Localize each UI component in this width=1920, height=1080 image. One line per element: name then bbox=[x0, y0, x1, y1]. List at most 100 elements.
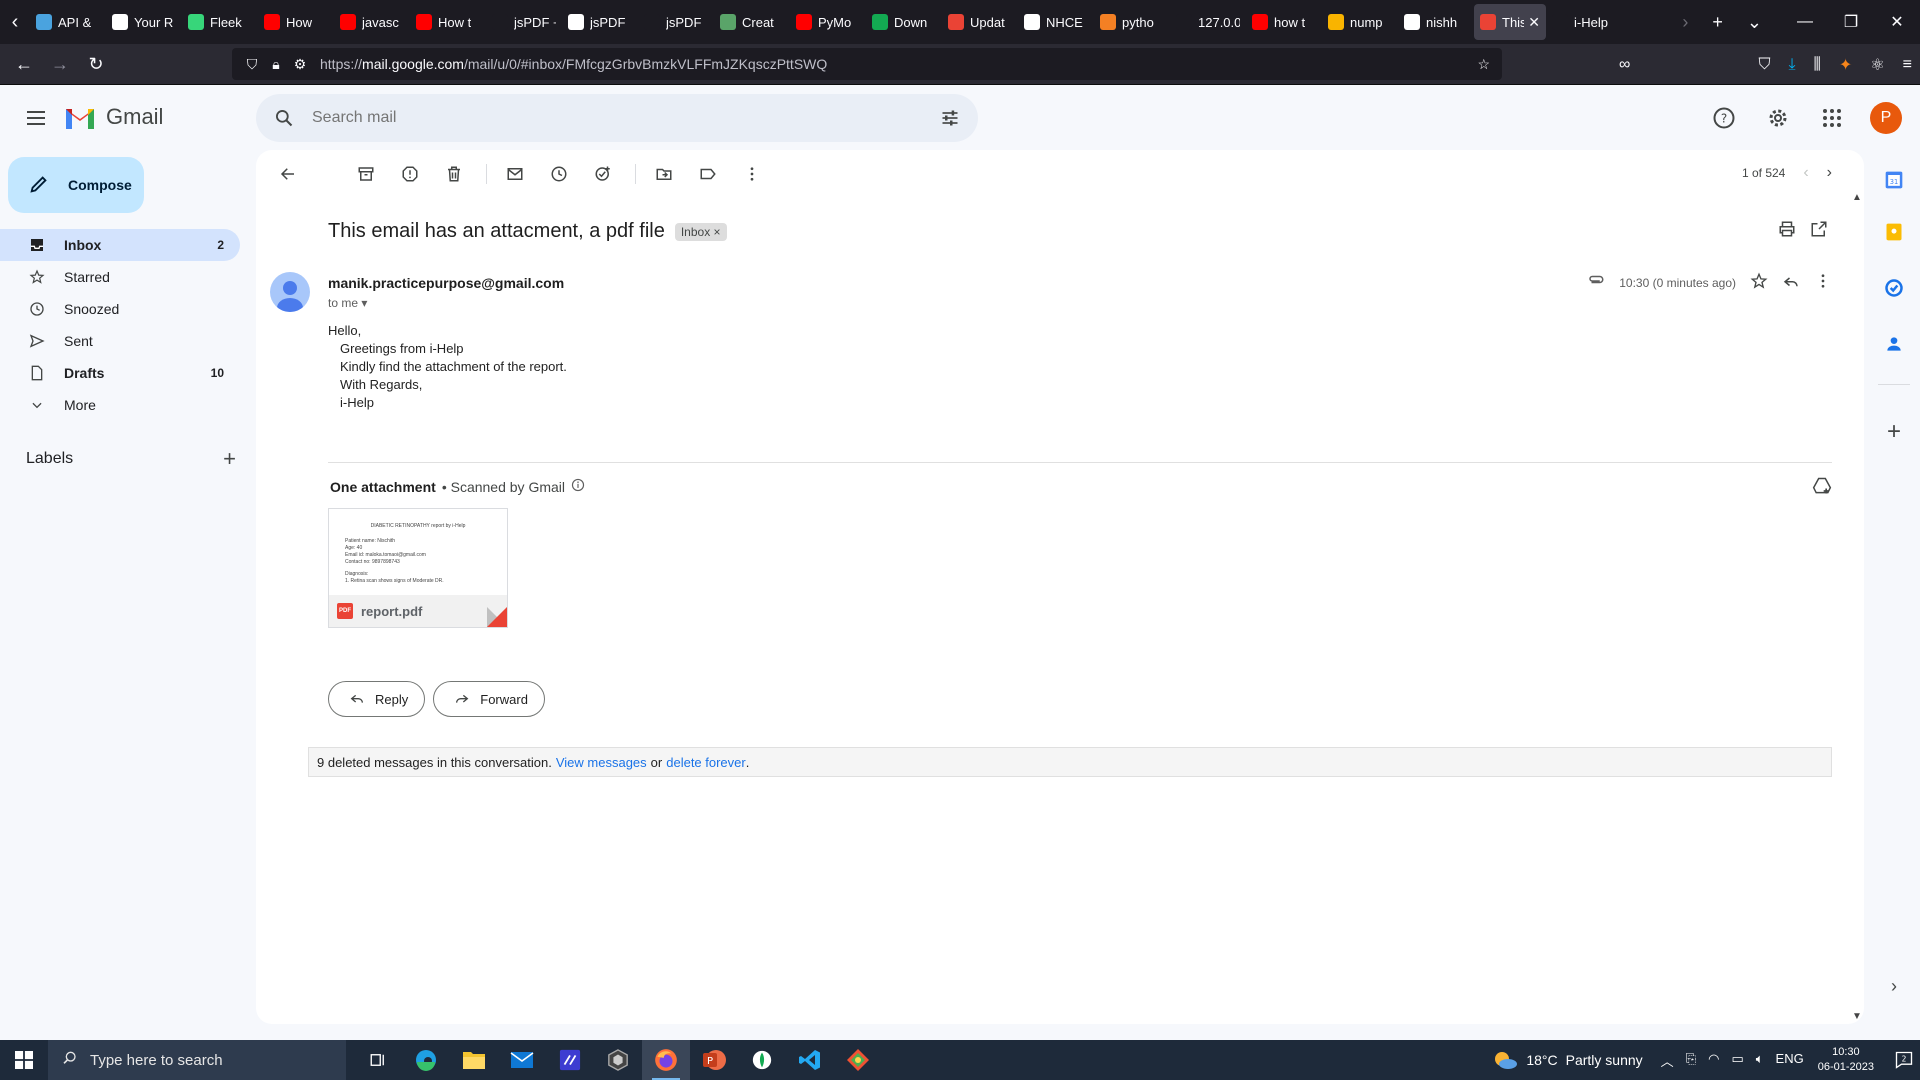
url-text[interactable]: https://mail.google.com/mail/u/0/#inbox/… bbox=[320, 56, 827, 72]
main-menu-icon[interactable] bbox=[20, 102, 52, 134]
print-icon[interactable] bbox=[1778, 220, 1796, 243]
more-options-icon[interactable] bbox=[732, 154, 772, 194]
browser-tab[interactable]: PyMo bbox=[790, 4, 866, 40]
recipient-details[interactable]: to me ▾ bbox=[328, 296, 367, 310]
reload-button[interactable]: ↻ bbox=[78, 46, 114, 82]
scrollbar[interactable]: ▲ ▼ bbox=[1852, 192, 1864, 1022]
lock-icon[interactable]: 🔒︎ bbox=[264, 56, 288, 73]
new-tab-button[interactable]: + bbox=[1712, 12, 1723, 33]
browser-tab[interactable]: nishh bbox=[1398, 4, 1474, 40]
archive-icon[interactable] bbox=[346, 154, 386, 194]
system-clock[interactable]: 10:30 06-01-2023 bbox=[1818, 1045, 1874, 1075]
pocket-icon[interactable]: ⛉ bbox=[1758, 56, 1770, 74]
bookmark-star-icon[interactable]: ☆ bbox=[1477, 56, 1490, 73]
forward-button[interactable]: → bbox=[42, 46, 78, 82]
close-window-button[interactable]: ✕ bbox=[1874, 0, 1920, 44]
url-bar[interactable]: ⛉ 🔒︎ ⚙ https://mail.google.com/mail/u/0/… bbox=[232, 48, 1502, 80]
sidebar-item-drafts[interactable]: Drafts 10 bbox=[0, 357, 240, 389]
report-spam-icon[interactable] bbox=[390, 154, 430, 194]
sender-email[interactable]: manik.practicepurpose@gmail.com bbox=[328, 275, 564, 291]
message-more-icon[interactable] bbox=[1814, 272, 1832, 293]
browser-tab[interactable]: This ✕ bbox=[1474, 4, 1546, 40]
add-to-tasks-icon[interactable] bbox=[583, 154, 623, 194]
download-icon[interactable]: ⤓ bbox=[1788, 56, 1795, 74]
compose-button[interactable]: Compose bbox=[8, 157, 144, 213]
browser-tab[interactable]: NHCE bbox=[1018, 4, 1094, 40]
show-hidden-icons-icon[interactable]: ︿ bbox=[1661, 1051, 1674, 1070]
apps-grid-icon[interactable] bbox=[1812, 98, 1852, 138]
browser-tab[interactable]: How bbox=[258, 4, 334, 40]
menu-icon[interactable]: ≡ bbox=[1903, 56, 1912, 74]
create-label-plus-icon[interactable]: + bbox=[223, 446, 236, 472]
task-view-icon[interactable] bbox=[354, 1040, 402, 1080]
sidebar-item-sent[interactable]: Sent bbox=[0, 325, 240, 357]
search-bar[interactable] bbox=[256, 94, 978, 142]
edge-browser-icon[interactable] bbox=[402, 1040, 450, 1080]
older-chevron-icon[interactable]: › bbox=[1827, 164, 1832, 182]
newer-chevron-icon[interactable]: ‹ bbox=[1803, 164, 1808, 182]
move-to-folder-icon[interactable] bbox=[644, 154, 684, 194]
contacts-icon[interactable] bbox=[1882, 332, 1906, 356]
browser-tab[interactable]: i-Help bbox=[1546, 4, 1622, 40]
star-icon[interactable] bbox=[1750, 272, 1768, 293]
permissions-icon[interactable]: ⚙ bbox=[288, 56, 312, 73]
details-caret-icon[interactable]: ▾ bbox=[361, 296, 367, 310]
sidebar-item-inbox[interactable]: Inbox 2 bbox=[0, 229, 240, 261]
browser-tab[interactable]: Down bbox=[866, 4, 942, 40]
tab-scroll-right-icon[interactable]: › bbox=[1682, 12, 1688, 33]
git-kraken-icon[interactable] bbox=[834, 1040, 882, 1080]
browser-tab[interactable]: Creat bbox=[714, 4, 790, 40]
input-language[interactable]: ENG bbox=[1776, 1051, 1804, 1070]
minimize-window-button[interactable]: — bbox=[1782, 0, 1828, 44]
expand-side-panel-icon[interactable]: › bbox=[1882, 974, 1906, 998]
firefox-icon[interactable] bbox=[642, 1040, 690, 1080]
reader-mode-icon[interactable]: ∞ bbox=[1619, 56, 1630, 74]
open-in-new-window-icon[interactable] bbox=[1810, 220, 1828, 243]
browser-tab[interactable]: Updat bbox=[942, 4, 1018, 40]
forward-button[interactable]: Forward bbox=[433, 681, 545, 717]
keep-notes-icon[interactable] bbox=[1882, 220, 1906, 244]
browser-tab[interactable]: how t bbox=[1246, 4, 1322, 40]
mail-app-icon[interactable] bbox=[498, 1040, 546, 1080]
browser-tab[interactable]: jsPDF bbox=[638, 4, 714, 40]
close-tab-icon[interactable]: ✕ bbox=[1528, 14, 1540, 31]
scroll-down-icon[interactable]: ▼ bbox=[1852, 1011, 1862, 1022]
mark-unread-icon[interactable] bbox=[495, 154, 535, 194]
powerpoint-icon[interactable]: P bbox=[690, 1040, 738, 1080]
search-input[interactable] bbox=[312, 109, 922, 127]
sender-avatar[interactable] bbox=[270, 272, 310, 312]
unity-hub-icon[interactable] bbox=[594, 1040, 642, 1080]
network-adapter-icon[interactable]: ⎘ bbox=[1686, 1051, 1696, 1070]
label-tag-icon[interactable] bbox=[688, 154, 728, 194]
tab-list-scroll-left[interactable]: ‹ bbox=[0, 0, 30, 44]
snooze-clock-icon[interactable] bbox=[539, 154, 579, 194]
browser-tab[interactable]: How t bbox=[410, 4, 486, 40]
scroll-up-icon[interactable]: ▲ bbox=[1852, 192, 1862, 203]
back-to-inbox-icon[interactable] bbox=[268, 154, 308, 194]
shield-icon[interactable]: ⛉ bbox=[240, 56, 264, 73]
back-button[interactable]: ← bbox=[6, 46, 42, 82]
volume-icon[interactable]: 🔈︎ bbox=[1756, 1051, 1764, 1070]
extension-icon[interactable]: ✦ bbox=[1839, 55, 1852, 75]
attachment-card[interactable]: DIABETIC RETINOPATHY report by i-Help Pa… bbox=[328, 508, 508, 628]
settings-gear-icon[interactable] bbox=[1758, 98, 1798, 138]
reply-button[interactable]: Reply bbox=[328, 681, 426, 717]
account-avatar[interactable]: P bbox=[1870, 102, 1902, 134]
battery-icon[interactable]: ▭ bbox=[1731, 1051, 1743, 1070]
search-icon[interactable] bbox=[256, 108, 312, 128]
extension-react-icon[interactable]: ⚛ bbox=[1870, 55, 1884, 75]
add-to-drive-icon[interactable] bbox=[1812, 476, 1832, 501]
wifi-icon[interactable]: ◠ bbox=[1708, 1051, 1719, 1070]
notification-center-icon[interactable]: 2 bbox=[1888, 1050, 1920, 1070]
file-explorer-icon[interactable] bbox=[450, 1040, 498, 1080]
sidebar-item-more[interactable]: More bbox=[0, 389, 240, 421]
browser-tab[interactable]: jsPDF bbox=[562, 4, 638, 40]
windows-start-icon[interactable] bbox=[0, 1040, 48, 1080]
remove-label-icon[interactable]: × bbox=[714, 225, 721, 239]
inbox-label-chip[interactable]: Inbox × bbox=[674, 222, 727, 241]
browser-tab[interactable]: pytho bbox=[1094, 4, 1170, 40]
browser-tab[interactable]: Fleek bbox=[182, 4, 258, 40]
taskbar-search[interactable]: Type here to search bbox=[48, 1040, 346, 1080]
vscode-icon[interactable] bbox=[786, 1040, 834, 1080]
browser-tab[interactable]: javasc bbox=[334, 4, 410, 40]
